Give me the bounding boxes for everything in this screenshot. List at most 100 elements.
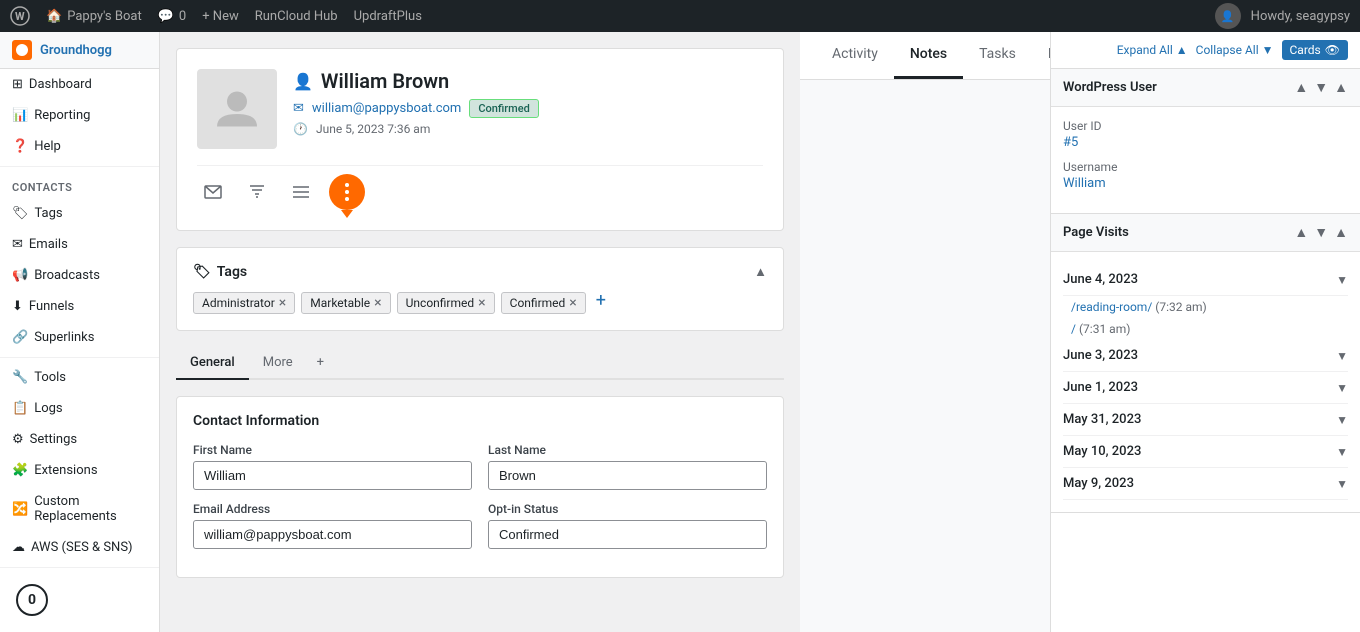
logs-label: Logs — [34, 401, 62, 416]
form-section-title: Contact Information — [193, 413, 767, 429]
last-name-input[interactable] — [488, 461, 767, 490]
pv-card-collapse-icon[interactable]: ▲ — [1334, 224, 1348, 241]
runcloud-hub-label: RunCloud Hub — [255, 9, 338, 24]
page-visit-date-label: May 10, 2023 — [1063, 444, 1141, 459]
sidebar-item-emails[interactable]: ✉ Emails — [0, 229, 159, 260]
sidebar-item-reporting[interactable]: 📊 Reporting — [0, 100, 159, 131]
site-name-link[interactable]: 🏠 Pappy's Boat — [46, 9, 142, 24]
wp-card-collapse-icon[interactable]: ▲ — [1334, 79, 1348, 96]
person-icon: 👤 — [293, 72, 313, 91]
sidebar-item-logs[interactable]: 📋 Logs — [0, 393, 159, 424]
page-visit-url[interactable]: / — [1071, 322, 1076, 336]
updraftplus-link[interactable]: UpdraftPlus — [354, 9, 422, 24]
comments-link[interactable]: 💬 0 — [158, 9, 187, 24]
wp-card-up-icon[interactable]: ▲ — [1294, 79, 1308, 96]
collapse-all-button[interactable]: Collapse All ▼ — [1196, 43, 1274, 57]
sidebar-item-custom-replacements[interactable]: 🔀 Custom Replacements — [0, 486, 159, 532]
wordpress-user-title: WordPress User — [1063, 80, 1157, 95]
sidebar-item-extensions[interactable]: 🧩 Extensions — [0, 455, 159, 486]
sidebar-item-tags[interactable]: 🏷 Tags — [0, 198, 159, 229]
page-visits-card-header[interactable]: Page Visits ▲ ▼ ▲ — [1051, 214, 1360, 252]
tag-remove-button[interactable]: × — [374, 296, 381, 310]
page-visit-date-label: May 9, 2023 — [1063, 476, 1134, 491]
first-name-input[interactable] — [193, 461, 472, 490]
page-visit-url[interactable]: /reading-room/ — [1071, 300, 1152, 314]
page-visits-card-body: June 4, 2023 ▼ /reading-room/ (7:32 am) … — [1051, 252, 1360, 512]
runcloud-hub-link[interactable]: RunCloud Hub — [255, 9, 338, 24]
expand-all-label: Expand All — [1117, 43, 1173, 57]
contact-full-name: William Brown — [321, 69, 449, 93]
funnels-icon: ⬇ — [12, 299, 23, 314]
tags-icon: 🏷 — [12, 206, 29, 221]
sidebar-item-broadcasts[interactable]: 📢 Broadcasts — [0, 260, 159, 291]
groundhogg-label: Groundhogg — [40, 43, 112, 58]
reporting-icon: 📊 — [12, 108, 28, 123]
user-id-field: User ID #5 — [1063, 119, 1348, 150]
optin-input[interactable] — [488, 520, 767, 549]
user-id-label: User ID — [1063, 119, 1348, 133]
wp-card-down-icon[interactable]: ▼ — [1314, 79, 1328, 96]
wordpress-user-card-header[interactable]: WordPress User ▲ ▼ ▲ — [1051, 69, 1360, 107]
tags-title-icon: 🏷 — [193, 264, 211, 280]
add-tag-button[interactable]: + — [592, 292, 610, 314]
superlinks-label: Superlinks — [34, 330, 94, 345]
tag-label: Unconfirmed — [406, 296, 475, 310]
contact-section-tabs: General More + — [176, 347, 784, 380]
tab-files[interactable]: Files — [1032, 32, 1050, 79]
tab-tasks[interactable]: Tasks — [963, 32, 1032, 79]
activity-tabs-bar: Activity Notes Tasks Files + — [800, 32, 1050, 80]
tab-activity[interactable]: Activity — [816, 32, 894, 79]
sidebar-item-help[interactable]: ❓ Help — [0, 131, 159, 162]
page-visit-date-row[interactable]: May 10, 2023 ▼ — [1063, 436, 1348, 468]
tag-remove-button[interactable]: × — [478, 296, 485, 310]
sidebar-item-dashboard[interactable]: ⊞ Dashboard — [0, 69, 159, 100]
page-visit-date-label: June 4, 2023 — [1063, 272, 1138, 287]
tab-notes[interactable]: Notes — [894, 32, 963, 79]
cards-view-button[interactable]: Cards 👁 — [1282, 40, 1349, 60]
send-email-action[interactable] — [197, 176, 229, 208]
wp-logo-link[interactable]: W — [10, 6, 30, 26]
contact-email-link[interactable]: william@pappysboat.com — [312, 101, 461, 116]
first-name-label: First Name — [193, 443, 472, 457]
list-action[interactable] — [285, 176, 317, 208]
sidebar-item-funnels[interactable]: ⬇ Funnels — [0, 291, 159, 322]
help-icon: ❓ — [12, 139, 28, 154]
broadcasts-icon: 📢 — [12, 268, 28, 283]
sidebar-logo[interactable]: Groundhogg — [0, 32, 159, 69]
new-content-link[interactable]: + New — [202, 9, 239, 24]
user-avatar[interactable]: 👤 — [1215, 3, 1241, 29]
sidebar-item-tools[interactable]: 🔧 Tools — [0, 362, 159, 393]
optin-field: Opt-in Status — [488, 502, 767, 549]
add-section-tab-button[interactable]: + — [307, 347, 334, 378]
more-actions-button[interactable] — [329, 174, 365, 210]
sidebar-item-aws[interactable]: ☁ AWS (SES & SNS) — [0, 532, 159, 563]
page-visit-date-row[interactable]: May 31, 2023 ▼ — [1063, 404, 1348, 436]
funnels-label: Funnels — [29, 299, 74, 314]
tools-label: Tools — [34, 370, 66, 385]
tag-remove-button[interactable]: × — [279, 296, 286, 310]
tab-general[interactable]: General — [176, 347, 249, 380]
expand-all-button[interactable]: Expand All ▲ — [1117, 43, 1188, 57]
sidebar-item-settings[interactable]: ⚙ Settings — [0, 424, 159, 455]
page-visit-date-row[interactable]: May 9, 2023 ▼ — [1063, 468, 1348, 500]
pv-card-up-icon[interactable]: ▲ — [1294, 224, 1308, 241]
email-icon: ✉ — [293, 101, 304, 116]
tags-title-text: Tags — [217, 264, 247, 280]
tab-more[interactable]: More — [249, 347, 307, 380]
updraftplus-label: UpdraftPlus — [354, 9, 422, 24]
email-input[interactable] — [193, 520, 472, 549]
howdy-text: Howdy, seagypsy — [1251, 9, 1350, 24]
page-visit-date-row[interactable]: June 4, 2023 ▼ — [1063, 264, 1348, 296]
contact-date-row: 🕐 June 5, 2023 7:36 am — [293, 122, 763, 136]
pv-card-down-icon[interactable]: ▼ — [1314, 224, 1328, 241]
tag-remove-button[interactable]: × — [569, 296, 576, 310]
tools-icon: 🔧 — [12, 370, 28, 385]
page-visit-date-row[interactable]: June 1, 2023 ▼ — [1063, 372, 1348, 404]
filter-action[interactable] — [241, 176, 273, 208]
tag-label: Marketable — [310, 296, 370, 310]
tags-card-toggle[interactable]: ▲ — [754, 264, 767, 280]
tags-list: Administrator × Marketable × Unconfirmed… — [193, 292, 767, 314]
tags-card: 🏷 Tags ▲ Administrator × Marketable × — [176, 247, 784, 331]
page-visit-date-row[interactable]: June 3, 2023 ▼ — [1063, 340, 1348, 372]
sidebar-item-superlinks[interactable]: 🔗 Superlinks — [0, 322, 159, 353]
